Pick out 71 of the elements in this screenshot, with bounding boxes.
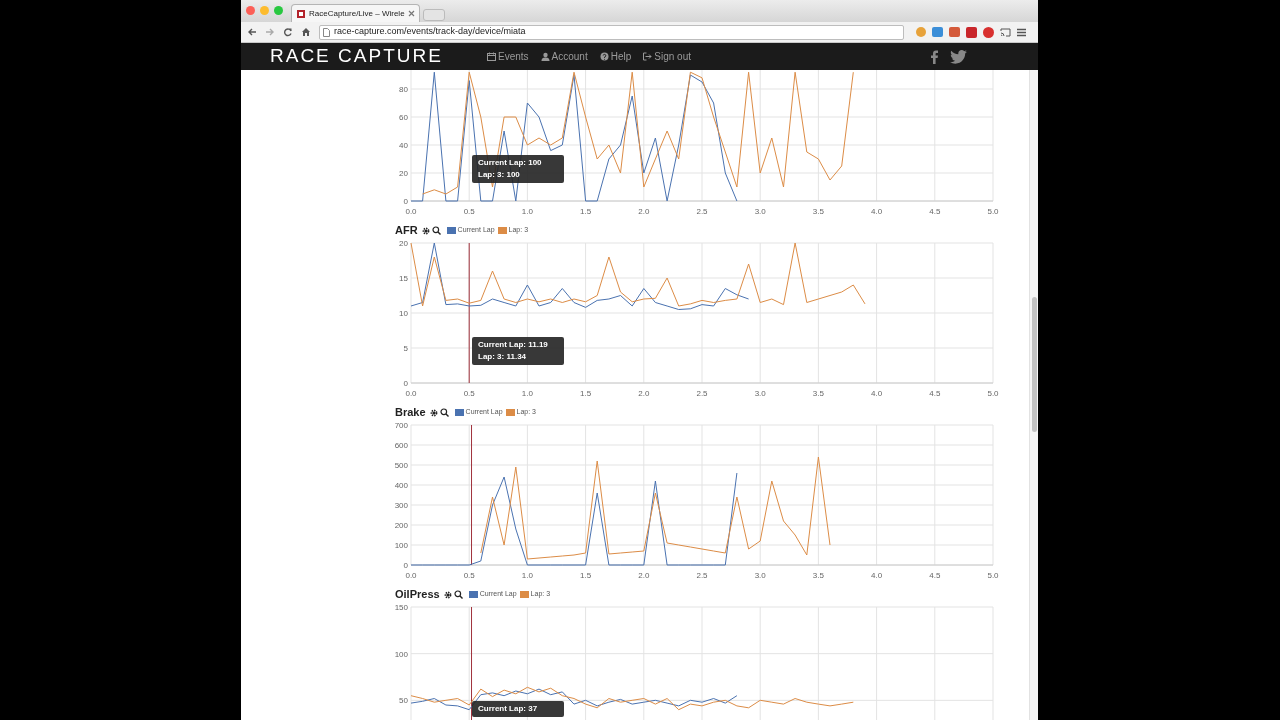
- chart-title: Brake: [395, 405, 426, 421]
- x-axis-label: 5.0: [987, 571, 999, 580]
- y-axis-label: 80: [399, 85, 408, 94]
- y-axis-label: 0: [403, 379, 408, 388]
- y-axis-label: 400: [394, 481, 408, 490]
- x-axis-label: 4.5: [929, 207, 941, 216]
- x-axis-label: 0.0: [405, 571, 417, 580]
- x-axis-label: 1.5: [580, 207, 592, 216]
- x-axis-label: 0.5: [463, 389, 475, 398]
- x-axis-label: 3.5: [812, 207, 824, 216]
- x-axis-label: 1.0: [521, 389, 533, 398]
- x-axis-label: 5.0: [987, 207, 999, 216]
- chart-title: OilPress: [395, 587, 440, 603]
- nav-link[interactable]: Events: [487, 49, 529, 64]
- y-axis-label: 50: [399, 696, 408, 706]
- x-axis-label: 2.0: [638, 389, 650, 398]
- tooltip-text: Current Lap: 37: [478, 703, 539, 715]
- y-axis-label: 500: [394, 461, 408, 470]
- x-axis-label: 3.0: [754, 389, 766, 398]
- tab-title: RaceCapture/Live – Wirele: [309, 7, 405, 20]
- y-axis-label: 600: [394, 441, 408, 450]
- y-axis-label: 700: [394, 421, 408, 430]
- url-text: race-capture.com/events/track-day/device/miata: [334, 25, 526, 39]
- nav-link[interactable]: Sign out: [643, 49, 691, 64]
- x-axis-label: 2.5: [696, 571, 708, 580]
- x-axis-label: 2.5: [696, 389, 708, 398]
- x-axis-label: 0.5: [463, 571, 475, 580]
- x-axis-label: 3.0: [754, 571, 766, 580]
- x-axis-label: 4.5: [929, 389, 941, 398]
- nav-link[interactable]: Help: [599, 49, 632, 64]
- y-axis-label: 200: [394, 521, 408, 530]
- y-axis-label: 100: [394, 541, 408, 550]
- y-axis-label: 5: [403, 344, 408, 353]
- x-axis-label: 5.0: [987, 389, 999, 398]
- y-axis-label: 20: [399, 239, 408, 248]
- x-axis-label: 3.0: [754, 207, 766, 216]
- tooltip-text: Current Lap: 11.19: [478, 339, 549, 351]
- y-axis-label: 300: [394, 501, 408, 510]
- y-axis-label: 0: [403, 197, 408, 206]
- x-axis-label: 2.0: [638, 571, 650, 580]
- y-axis-label: 150: [394, 603, 408, 612]
- x-axis-label: 2.0: [638, 207, 650, 216]
- address-bar[interactable]: race-capture.com/events/track-day/device/miata: [319, 24, 904, 40]
- logo[interactable]: RACE CAPTURE: [270, 42, 487, 71]
- tooltip-text: Lap: 3: 100: [478, 169, 521, 181]
- x-axis-label: 1.5: [580, 389, 592, 398]
- x-axis-label: 0.0: [405, 389, 417, 398]
- x-axis-label: 3.5: [812, 571, 824, 580]
- x-axis-label: 4.0: [871, 571, 883, 580]
- x-axis-label: 0.0: [405, 207, 417, 216]
- x-axis-label: 4.5: [929, 571, 941, 580]
- y-axis-label: 40: [399, 141, 408, 150]
- x-axis-label: 1.5: [580, 571, 592, 580]
- x-axis-label: 3.5: [812, 389, 824, 398]
- x-axis-label: 0.5: [463, 207, 475, 216]
- tooltip-text: Current Lap: 100: [478, 157, 543, 169]
- x-axis-label: 4.0: [871, 389, 883, 398]
- y-axis-label: 15: [399, 274, 408, 283]
- nav-link[interactable]: Account: [540, 49, 588, 64]
- y-axis-label: 0: [403, 561, 408, 570]
- tooltip-text: Lap: 3: 11.34: [478, 351, 528, 363]
- y-axis-label: 60: [399, 113, 408, 122]
- chart-title: AFR: [395, 223, 418, 239]
- x-axis-label: 2.5: [696, 207, 708, 216]
- x-axis-label: 4.0: [871, 207, 883, 216]
- y-axis-label: 20: [399, 169, 408, 178]
- x-axis-label: 1.0: [521, 571, 533, 580]
- browser-tab[interactable]: RaceCapture/Live – Wirele: [291, 4, 420, 22]
- x-axis-label: 1.0: [521, 207, 533, 216]
- y-axis-label: 100: [394, 649, 408, 659]
- y-axis-label: 10: [399, 309, 408, 318]
